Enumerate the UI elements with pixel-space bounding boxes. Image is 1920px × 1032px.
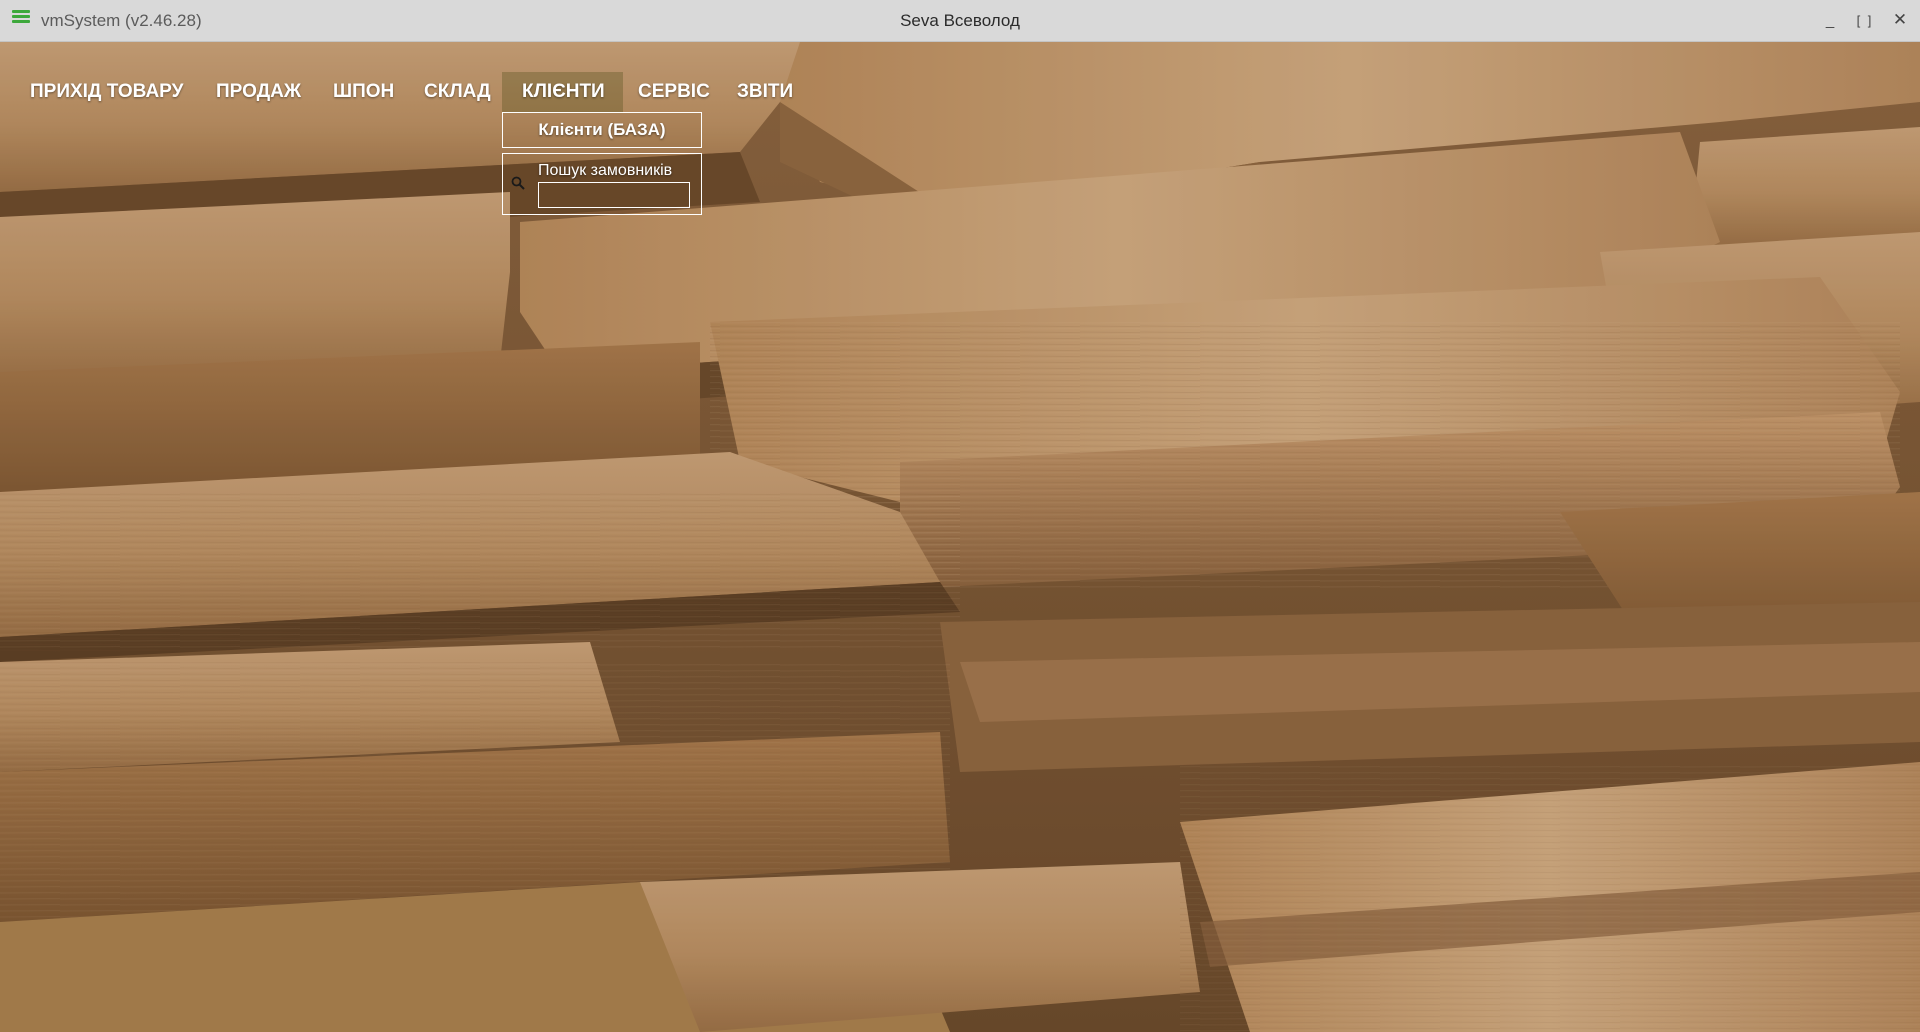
wood-veneer-background <box>0 42 1920 1032</box>
customer-search-panel: Пошук замовників <box>502 153 702 215</box>
minimize-button[interactable]: _ <box>1814 6 1846 34</box>
nav-item-service[interactable]: СЕРВІС <box>638 72 710 112</box>
clients-base-menu-item[interactable]: Клієнти (БАЗА) <box>502 112 702 148</box>
search-icon <box>511 176 525 190</box>
app-window: vmSystem (v2.46.28) Seva Всеволод _ [ ] … <box>0 0 1920 1032</box>
maximize-button[interactable]: [ ] <box>1849 6 1881 34</box>
customer-search-input[interactable] <box>538 182 690 208</box>
nav-item-veneer[interactable]: ШПОН <box>333 72 394 112</box>
user-name-title: Seva Всеволод <box>900 11 1020 30</box>
nav-item-warehouse[interactable]: СКЛАД <box>424 72 491 112</box>
nav-item-reports[interactable]: ЗВІТИ <box>737 72 793 112</box>
close-button[interactable]: ✕ <box>1884 6 1916 34</box>
title-bar: vmSystem (v2.46.28) Seva Всеволод _ [ ] … <box>0 0 1920 42</box>
nav-item-sales[interactable]: ПРОДАЖ <box>216 72 301 112</box>
nav-item-clients[interactable]: КЛІЄНТИ <box>502 72 623 112</box>
nav-item-goods-receipt[interactable]: ПРИХІД ТОВАРУ <box>30 72 183 112</box>
customer-search-label: Пошук замовників <box>538 162 673 179</box>
